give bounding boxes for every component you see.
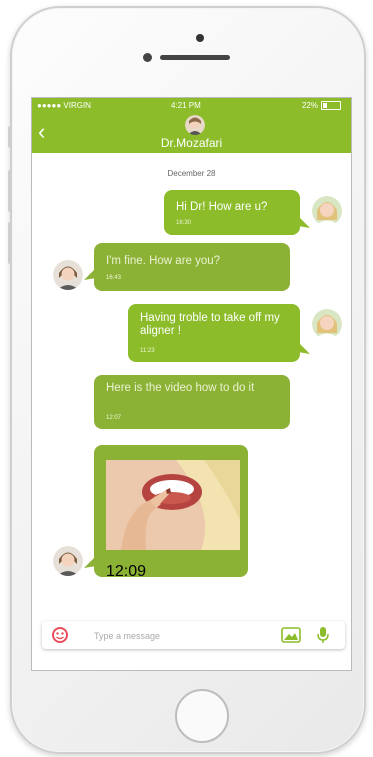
user-avatar bbox=[312, 196, 342, 226]
bubble-tail bbox=[84, 556, 96, 568]
message-time: 16:30 bbox=[176, 220, 192, 226]
message-time: 11:23 bbox=[140, 348, 155, 354]
message-time: 12:09 bbox=[106, 563, 147, 580]
contact-name[interactable]: Dr.Mozafari bbox=[32, 136, 351, 150]
mute-switch bbox=[8, 126, 12, 148]
image-icon[interactable] bbox=[281, 627, 301, 643]
video-thumbnail[interactable] bbox=[106, 460, 240, 550]
message-bubble-incoming[interactable]: Here is the video how to do it 12:07 bbox=[94, 375, 290, 429]
microphone-icon[interactable] bbox=[316, 626, 330, 644]
message-time: 16:43 bbox=[106, 275, 122, 281]
message-bubble-outgoing[interactable]: Having troble to take off my aligner ! 1… bbox=[128, 304, 300, 362]
message-bubble-incoming[interactable]: I'm fine. How are you? 16:43 bbox=[94, 243, 290, 291]
camera-dot bbox=[196, 34, 204, 42]
bubble-tail bbox=[298, 216, 310, 228]
message-text: Having troble to take off my aligner ! bbox=[140, 312, 280, 337]
media-message-bubble[interactable]: 12:09 bbox=[94, 445, 248, 580]
battery-status: 22% bbox=[302, 101, 341, 110]
battery-icon bbox=[321, 101, 341, 110]
battery-percent: 22% bbox=[301, 101, 318, 110]
phone-screen: ●●●●● VIRGIN 4:21 PM 22% ‹ Dr.Mozafari D… bbox=[31, 97, 352, 671]
message-composer bbox=[42, 621, 345, 649]
emoji-icon[interactable] bbox=[52, 627, 68, 643]
chat-header: ●●●●● VIRGIN 4:21 PM 22% ‹ Dr.Mozafari bbox=[32, 98, 351, 153]
doctor-avatar bbox=[53, 546, 83, 576]
contact-avatar[interactable] bbox=[185, 115, 205, 135]
message-time: 12:07 bbox=[106, 415, 122, 421]
user-avatar bbox=[312, 309, 342, 339]
message-text: Here is the video how to do it bbox=[106, 382, 255, 394]
volume-up-button bbox=[8, 170, 12, 212]
message-text: Hi Dr! How are u? bbox=[176, 201, 268, 213]
message-input[interactable] bbox=[92, 627, 276, 645]
message-bubble-outgoing[interactable]: Hi Dr! How are u? 16:30 bbox=[164, 190, 300, 235]
message-text: I'm fine. How are you? bbox=[106, 255, 221, 267]
volume-down-button bbox=[8, 222, 12, 264]
home-button[interactable] bbox=[175, 689, 229, 743]
video-thumbnail-image bbox=[106, 460, 240, 550]
earpiece-speaker bbox=[160, 55, 230, 60]
carrier-label: ●●●●● VIRGIN bbox=[37, 101, 91, 110]
date-separator: December 28 bbox=[167, 169, 216, 178]
bubble-tail bbox=[298, 342, 310, 354]
front-camera bbox=[143, 53, 152, 62]
status-time: 4:21 PM bbox=[171, 101, 201, 110]
doctor-avatar bbox=[53, 260, 83, 290]
